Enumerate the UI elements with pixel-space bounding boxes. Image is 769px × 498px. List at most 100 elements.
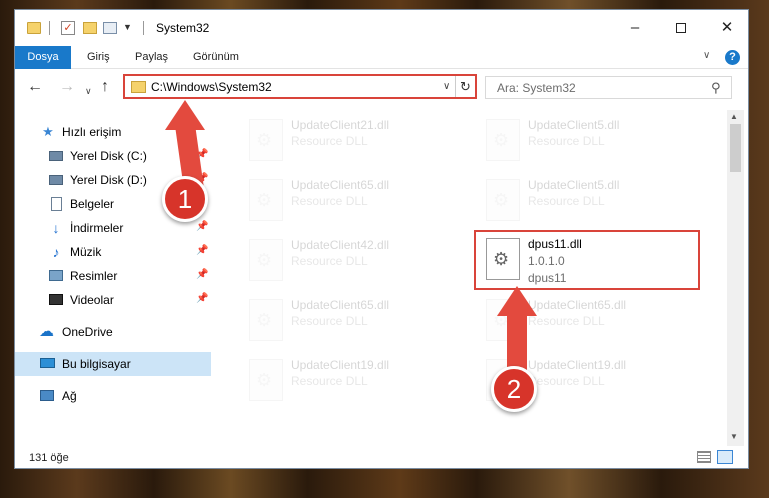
file-name: UpdateClient19.dll [528,358,627,372]
sidebar-item-label: Bu bilgisayar [62,357,131,371]
tab-home[interactable]: Giriş [77,46,120,69]
new-folder-icon[interactable] [83,22,97,34]
star-icon: ★ [42,124,54,139]
tab-file[interactable]: Dosya [15,46,71,69]
file-item[interactable]: ⚙ UpdateClient65.dll Resource DLL [239,174,454,226]
file-item[interactable]: ⚙ UpdateClient21.dll Resource DLL [239,114,454,166]
dll-file-icon: ⚙ [486,238,520,280]
scroll-down-icon[interactable]: ▼ [730,432,738,441]
customize-down-icon[interactable]: ▼ [123,22,132,40]
music-icon: ♪ [52,244,60,260]
sidebar-item-label: İndirmeler [70,221,124,235]
sidebar-item-label: Videolar [70,293,114,307]
expand-ribbon-chevron-icon[interactable]: ∨ [703,50,710,61]
pin-icon[interactable]: 📌 [196,245,208,256]
dll-file-icon: ⚙ [486,179,520,221]
address-path[interactable]: C:\Windows\System32 [151,80,272,94]
file-name: UpdateClient42.dll [291,238,390,252]
annotation-badge-1: 1 [162,176,208,222]
maximize-button[interactable] [658,10,704,46]
dll-file-icon: ⚙ [486,119,520,161]
file-name: UpdateClient5.dll [528,178,620,192]
pictures-icon [49,270,63,281]
file-list: ⚙ UpdateClient21.dll Resource DLL ⚙ Upda… [212,110,727,446]
scroll-up-icon[interactable]: ▲ [730,112,738,121]
properties-icon[interactable] [103,22,117,34]
file-item[interactable]: ⚙ UpdateClient65.dll Resource DLL [239,294,454,346]
status-bar: 131 öğe [15,446,748,468]
title-bar: ✓ ▼ System32 – ✕ [15,10,748,46]
close-button[interactable]: ✕ [704,10,748,46]
dll-file-icon: ⚙ [249,299,283,341]
maximize-icon [676,23,686,34]
tab-share[interactable]: Paylaş [125,46,178,69]
sidebar-item-label: Belgeler [70,197,115,211]
scrollbar-thumb[interactable] [730,124,741,172]
dll-file-icon: ⚙ [249,239,283,281]
file-version: 1.0.1.0 [528,254,565,268]
file-description: Resource DLL [291,194,368,208]
tab-view[interactable]: Görünüm [183,46,249,69]
file-item[interactable]: ⚙ UpdateClient5.dll Resource DLL [476,174,691,226]
forward-button[interactable]: → [59,78,75,96]
file-description: Resource DLL [291,254,368,268]
address-bar[interactable]: C:\Windows\System32 ∨ ↻ [123,74,477,99]
sidebar-item-this-pc[interactable]: Bu bilgisayar [15,352,211,376]
search-icon[interactable]: ⚲ [711,80,721,96]
this-pc-icon [40,358,55,368]
gear-icon: ⚙ [493,130,510,150]
search-placeholder: Ara: System32 [497,81,576,95]
explorer-window: ✓ ▼ System32 – ✕ Dosya Giriş Paylaş Görü… [14,9,749,469]
drive-icon [49,175,63,185]
refresh-button[interactable]: ↻ [455,76,475,97]
properties-check-icon[interactable]: ✓ [61,21,75,35]
sidebar-item-videos[interactable]: Videolar 📌 [15,288,211,312]
file-name: UpdateClient65.dll [291,178,390,192]
details-view-icon[interactable] [697,451,711,463]
search-input[interactable]: Ara: System32 ⚲ [485,76,732,99]
window-title: System32 [156,21,210,35]
sidebar-item-label: Ağ [62,389,77,403]
sidebar-item-label: Yerel Disk (C:) [70,149,147,163]
help-icon[interactable]: ? [725,50,740,65]
pin-icon[interactable]: 📌 [196,269,208,280]
pin-icon[interactable]: 📌 [196,293,208,304]
file-name: UpdateClient65.dll [291,298,390,312]
vertical-scrollbar[interactable]: ▲ ▼ [727,110,744,446]
folder-icon [131,81,146,93]
up-button[interactable]: ↑ [101,78,109,96]
pin-icon[interactable]: 📌 [196,221,208,232]
address-dropdown-chevron-icon[interactable]: ∨ [443,81,450,92]
file-description: Resource DLL [528,374,605,388]
item-count: 131 öğe [29,452,69,464]
file-description: Resource DLL [291,134,368,148]
file-description: Resource DLL [528,194,605,208]
gear-icon: ⚙ [256,190,273,210]
gear-icon: ⚙ [256,370,273,390]
sidebar-item-music[interactable]: ♪ Müzik 📌 [15,240,211,264]
sidebar-item-onedrive[interactable]: ☁ OneDrive [15,320,211,344]
file-name: UpdateClient19.dll [291,358,390,372]
sidebar-item-pictures[interactable]: Resimler 📌 [15,264,211,288]
file-item[interactable]: ⚙ UpdateClient19.dll Resource DLL [239,354,454,406]
file-item[interactable]: ⚙ UpdateClient5.dll Resource DLL [476,114,691,166]
sidebar-item-label: Resimler [70,269,118,283]
gear-icon: ⚙ [256,130,273,150]
file-name: UpdateClient5.dll [528,118,620,132]
sidebar-item-network[interactable]: Ağ [15,384,211,408]
onedrive-icon: ☁ [39,323,54,340]
file-name: UpdateClient65.dll [528,298,627,312]
gear-icon: ⚙ [493,249,510,269]
network-icon [40,390,54,401]
videos-icon [49,294,63,305]
file-name: UpdateClient21.dll [291,118,390,132]
recent-locations-button[interactable]: ∨ [85,82,92,100]
file-item-dpus11[interactable]: ⚙ dpus11.dll 1.0.1.0 dpus11 [474,230,700,290]
minimize-button[interactable]: – [612,10,658,46]
folder-icon[interactable] [27,22,41,34]
back-button[interactable]: ← [27,78,43,96]
dll-file-icon: ⚙ [249,179,283,221]
file-item[interactable]: ⚙ UpdateClient42.dll Resource DLL [239,234,454,286]
file-name: dpus11.dll [528,237,582,251]
large-icons-view-icon[interactable] [717,450,733,464]
